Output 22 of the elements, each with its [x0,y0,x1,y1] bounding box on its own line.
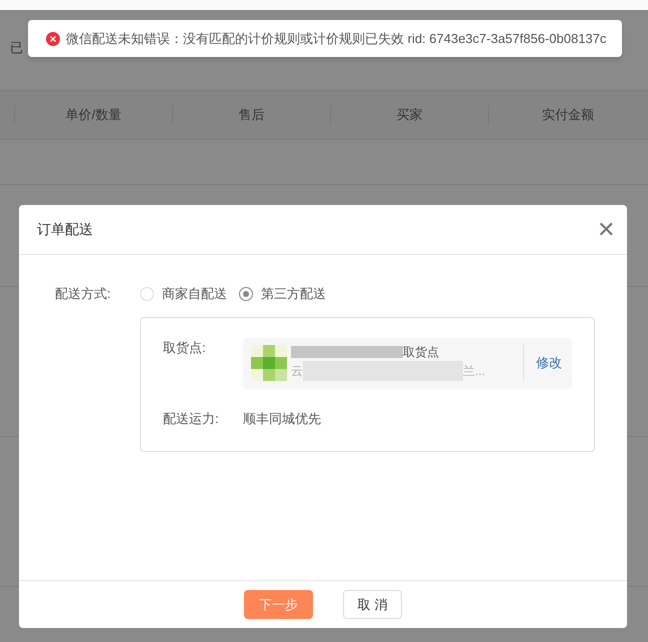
column-header: 实付金额 [542,106,594,124]
cancel-button[interactable]: 取 消 [343,590,402,619]
close-button[interactable]: ✕ [597,218,615,240]
radio-icon[interactable] [239,286,253,301]
field-label: 配送运力: [162,410,220,428]
address-text: 云 [291,364,303,378]
dialog-title: 订单配送 [37,220,93,239]
edit-link[interactable]: 修改 [536,353,562,373]
status-text: 已 [10,40,23,55]
radio-option[interactable]: 第三方配送 [239,284,326,304]
radio-option[interactable]: 商家自配送 [140,284,227,304]
field-label: 取货点: [162,338,207,356]
address-text: 兰... [463,364,486,378]
error-icon [46,32,60,46]
pickup-name: 取货点 [403,345,439,359]
column-header: 单价/数量 [66,106,122,124]
column-header: 售后 [238,106,264,124]
carrier-value: 顺丰同城优先 [243,410,321,428]
field-label: 配送方式: [54,285,112,303]
toast-message: 微信配送未知错误：没有匹配的计价规则或计价规则已失效 rid: 6743e3c7-3a57f856-0b08137c [66,30,606,48]
column-header: 买家 [396,106,422,124]
store-icon [251,345,287,381]
